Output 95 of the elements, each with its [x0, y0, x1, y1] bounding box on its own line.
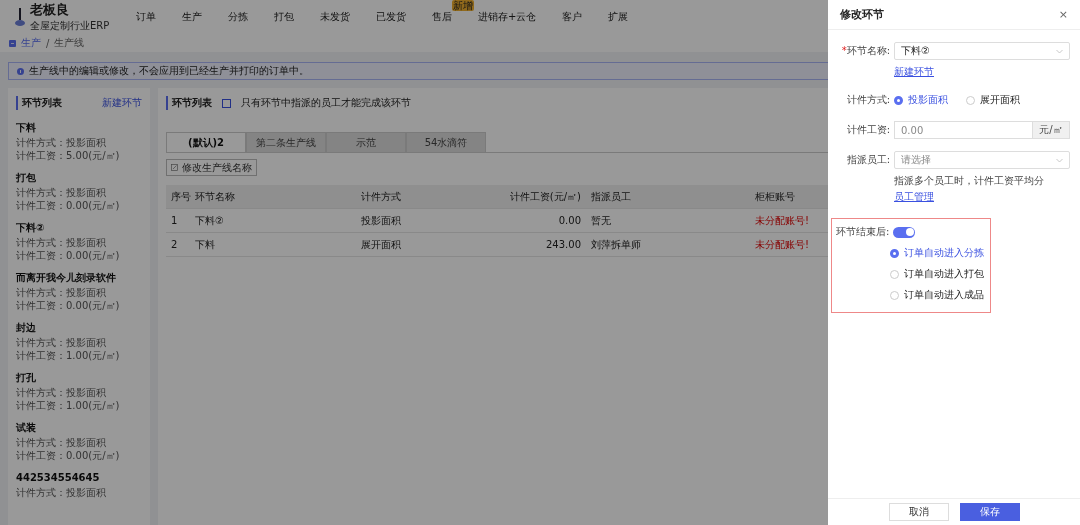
- step-name: 而离开我今儿刻录软件: [16, 272, 117, 284]
- column-header: 计件工资(元/㎡): [508, 189, 582, 204]
- logo-icon: [14, 7, 26, 27]
- column-header: 序号: [170, 189, 190, 204]
- radio-button[interactable]: [894, 95, 903, 105]
- chevron-down-icon: [1056, 48, 1063, 54]
- line-tab[interactable]: 示范: [326, 132, 406, 152]
- brand-subtitle: 全屋定制行业ERP: [30, 19, 111, 33]
- step-name: 打包: [16, 172, 37, 184]
- help-text: 指派多个员工时，计件工资平均分: [894, 174, 1044, 188]
- step-detail: 计件工资：1.00(元/㎡): [16, 400, 121, 412]
- step-detail: 计件工资：0.00(元/㎡): [16, 300, 121, 312]
- nav-item[interactable]: 售后: [432, 10, 452, 24]
- step-name: 442534554645: [16, 472, 101, 484]
- brand-name: 老板良: [30, 1, 70, 19]
- step-detail: 计件方式：投影面积: [16, 337, 107, 349]
- step-detail: 计件工资：1.00(元/㎡): [16, 350, 121, 362]
- close-button[interactable]: ×: [1058, 8, 1068, 21]
- table-cell-text: 2: [170, 239, 179, 250]
- table-cell-text: 刘萍拆单师: [590, 237, 642, 252]
- save-button[interactable]: 保存: [959, 503, 1020, 521]
- field-label: 环节结束后:: [836, 225, 890, 239]
- field-label: 指派员工:: [845, 153, 890, 167]
- step-name: 下料②: [16, 222, 46, 234]
- step-name: 下料: [16, 122, 37, 134]
- breadcrumb-current: 生产线: [54, 36, 85, 50]
- radio-label: 订单自动进入成品: [904, 288, 984, 302]
- table-cell-text: 下料: [194, 237, 216, 252]
- step-name-select[interactable]: 下料②: [894, 42, 1070, 60]
- nav-item[interactable]: 打包: [274, 10, 294, 24]
- column-header: 指派员工: [590, 189, 632, 204]
- field-label: 计件方式:: [845, 93, 890, 107]
- nav-item[interactable]: 进销存+云仓: [478, 10, 537, 24]
- nav-item[interactable]: 订单: [136, 10, 156, 24]
- field-label: *环节名称:: [840, 44, 890, 58]
- staff-select[interactable]: 请选择: [894, 151, 1070, 169]
- nav-item[interactable]: 分拣: [228, 10, 248, 24]
- radio-label: 订单自动进入打包: [904, 267, 984, 281]
- table-cell-text: 暂无: [590, 213, 612, 228]
- table-cell-text: 下料②: [194, 213, 225, 228]
- wage-input[interactable]: 0.00 元/㎡: [894, 121, 1070, 139]
- step-detail: 计件工资：0.00(元/㎡): [16, 250, 121, 262]
- menu-icon[interactable]: [9, 39, 16, 47]
- drawer-title: 修改环节: [840, 7, 884, 22]
- radio-label: 展开面积: [980, 93, 1020, 107]
- staff-manage-link[interactable]: 员工管理: [894, 190, 934, 204]
- column-header: 计件方式: [360, 189, 402, 204]
- step-detail: 计件工资：5.00(元/㎡): [16, 150, 121, 162]
- radio-label: 投影面积: [908, 93, 948, 107]
- step-detail: 计件方式：投影面积: [16, 487, 107, 499]
- step-name: 打孔: [16, 372, 37, 384]
- step-name: 试装: [16, 422, 37, 434]
- table-cell-text: 0.00: [557, 215, 582, 226]
- new-step-link[interactable]: 新建环节: [894, 65, 934, 79]
- checkbox-label: 只有环节中指派的员工才能完成该环节: [241, 96, 411, 110]
- step-detail: 计件方式：投影面积: [16, 237, 107, 249]
- chevron-down-icon: [1056, 157, 1063, 163]
- step-name: 封边: [16, 322, 37, 334]
- step-detail: 计件方式：投影面积: [16, 187, 107, 199]
- nav-item[interactable]: 客户: [562, 10, 583, 24]
- edit-icon: [171, 164, 178, 171]
- nav-item[interactable]: 已发货: [376, 10, 406, 24]
- nav-item[interactable]: 扩展: [608, 10, 629, 24]
- breadcrumb-separator: /: [46, 37, 50, 49]
- radio-label: 订单自动进入分拣: [904, 246, 984, 260]
- radio-button[interactable]: [890, 248, 899, 258]
- line-tab[interactable]: 54水滴符: [406, 132, 486, 152]
- table-cell-text: 未分配账号!: [754, 213, 810, 228]
- field-label: 计件工资:: [845, 123, 890, 137]
- checkbox[interactable]: [222, 98, 231, 108]
- notice-text: 生产线中的编辑或修改，不会应用到已经生产并打印的订单中。: [29, 64, 309, 78]
- cancel-button[interactable]: 取消: [888, 503, 949, 521]
- line-tab[interactable]: (默认)2: [166, 132, 246, 152]
- table-cell-text: 1: [170, 215, 179, 226]
- table-cell-text: 243.00: [545, 239, 582, 250]
- toggle-switch[interactable]: [893, 226, 916, 238]
- nav-item[interactable]: 生产: [182, 10, 202, 24]
- step-detail: 计件工资：0.00(元/㎡): [16, 450, 121, 462]
- table-cell-text: 投影面积: [360, 213, 402, 228]
- new-step-link[interactable]: 新建环节: [102, 96, 142, 110]
- table-cell-text: 未分配账号!: [754, 237, 810, 252]
- step-detail: 计件方式：投影面积: [16, 387, 107, 399]
- step-detail: 计件方式：投影面积: [16, 137, 107, 149]
- step-detail: 计件方式：投影面积: [16, 287, 107, 299]
- step-detail: 计件工资：0.00(元/㎡): [16, 200, 121, 212]
- nav-item[interactable]: 未发货: [320, 10, 350, 24]
- column-header: 环节名称: [194, 189, 236, 204]
- step-detail: 计件方式：投影面积: [16, 437, 107, 449]
- panel-title: 环节列表: [16, 96, 62, 110]
- column-header: 柜柜账号: [754, 189, 796, 204]
- table-cell-text: 展开面积: [360, 237, 402, 252]
- info-icon: [17, 67, 24, 75]
- rename-line-button[interactable]: 修改生产线名称: [166, 159, 257, 176]
- nav-badge: 新增: [452, 0, 474, 11]
- panel-title: 环节列表: [166, 96, 212, 110]
